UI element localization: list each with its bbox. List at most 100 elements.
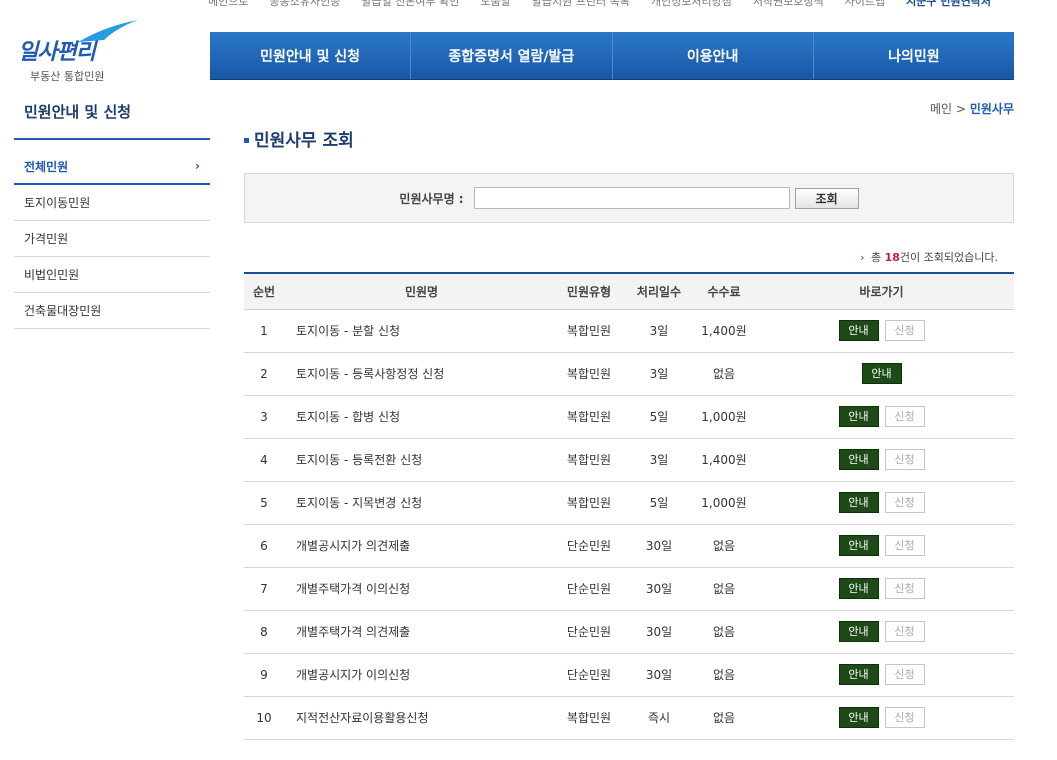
guide-button[interactable]: 안내 xyxy=(838,707,879,728)
util-link[interactable]: 메인으로 xyxy=(208,0,248,11)
guide-button[interactable]: 안내 xyxy=(838,664,879,685)
header-fee: 수수료 xyxy=(699,273,749,310)
result-suffix: 건이 조회되었습니다. xyxy=(899,251,998,264)
apply-button[interactable]: 신청 xyxy=(884,578,925,599)
table-row: 10 지적전산자료이용활용신청 복합민원 즉시 없음 안내 신청 xyxy=(244,696,1014,739)
search-panel: 민원사무명 : 조회 xyxy=(244,173,1014,223)
gnb-certificate[interactable]: 종합증명서 열람/발급 xyxy=(411,32,613,79)
cell-shortcut: 안내 신청 xyxy=(749,395,1014,438)
guide-button[interactable]: 안내 xyxy=(838,406,879,427)
apply-button[interactable]: 신청 xyxy=(884,449,925,470)
cell-type: 복합민원 xyxy=(566,496,612,510)
util-link[interactable]: 공동소유자인증 xyxy=(269,0,340,11)
guide-button[interactable]: 안내 xyxy=(838,449,879,470)
search-button[interactable]: 조회 xyxy=(794,187,859,209)
cell-shortcut: 안내 신청 xyxy=(749,610,1014,653)
cell-days: 5일 xyxy=(649,496,669,510)
cell-days: 3일 xyxy=(649,324,669,338)
guide-button[interactable]: 안내 xyxy=(838,535,879,556)
cell-fee: 없음 xyxy=(712,625,736,639)
cell-no: 4 xyxy=(260,452,268,467)
cell-fee: 1,400원 xyxy=(701,324,747,338)
apply-button[interactable]: 신청 xyxy=(884,492,925,513)
util-link[interactable]: 발급지원 프린터 목록 xyxy=(532,0,630,11)
sidebar-item-label: 토지이동민원 xyxy=(24,196,91,210)
sidebar-divider xyxy=(14,138,210,140)
cell-name: 개별주택가격 이의신청 xyxy=(296,582,411,596)
cell-type: 단순민원 xyxy=(566,625,612,639)
guide-button[interactable]: 안내 xyxy=(838,578,879,599)
guide-button[interactable]: 안내 xyxy=(838,621,879,642)
apply-button[interactable]: 신청 xyxy=(884,664,925,685)
table-row: 8 개별주택가격 의견제출 단순민원 30일 없음 안내 신청 xyxy=(244,610,1014,653)
apply-button[interactable]: 신청 xyxy=(884,320,925,341)
cell-fee: 1,400원 xyxy=(701,453,747,467)
cell-type: 단순민원 xyxy=(566,668,612,682)
cell-no: 9 xyxy=(260,667,268,682)
sidebar-title: 민원안내 및 신청 xyxy=(24,103,132,121)
gnb-civil-guide[interactable]: 민원안내 및 신청 xyxy=(210,32,412,79)
result-prefix: 총 xyxy=(870,251,882,264)
apply-button[interactable]: 신청 xyxy=(884,406,925,427)
util-link[interactable]: 발급일 진본여부 확인 xyxy=(361,0,459,11)
util-link[interactable]: 개인정보처리방침 xyxy=(651,0,732,11)
sidebar-item-non-corporate[interactable]: 비법인민원 xyxy=(14,257,210,293)
sidebar-item-label: 건축물대장민원 xyxy=(24,304,102,318)
apply-button[interactable]: 신청 xyxy=(884,535,925,556)
page-title: 민원사무 조회 xyxy=(244,126,354,151)
cell-no: 7 xyxy=(260,581,268,596)
util-link[interactable]: 도움말 xyxy=(480,0,510,11)
cell-fee: 없음 xyxy=(712,582,736,596)
cell-shortcut: 안내 신청 xyxy=(749,653,1014,696)
cell-days: 30일 xyxy=(645,625,673,639)
header-name: 민원명 xyxy=(284,273,559,310)
apply-button[interactable]: 신청 xyxy=(884,621,925,642)
sidebar-item-price[interactable]: 가격민원 xyxy=(14,221,210,257)
search-input[interactable] xyxy=(473,187,790,209)
cell-shortcut: 안내 xyxy=(749,352,1014,395)
cell-shortcut: 안내 신청 xyxy=(749,481,1014,524)
apply-button[interactable]: 신청 xyxy=(884,707,925,728)
cell-days: 5일 xyxy=(649,410,669,424)
breadcrumb-home[interactable]: 메인 xyxy=(930,102,952,116)
breadcrumb-current: 민원사무 xyxy=(969,102,1014,116)
header-no: 순번 xyxy=(244,273,284,310)
cell-shortcut: 안내 신청 xyxy=(749,438,1014,481)
breadcrumb: 메인 > 민원사무 xyxy=(930,100,1014,117)
sidebar: 전체민원 › 토지이동민원 가격민원 비법인민원 건축물대장민원 xyxy=(14,149,210,329)
cell-name: 토지이동 - 합병 신청 xyxy=(296,410,401,424)
cell-name: 개별주택가격 의견제출 xyxy=(296,625,411,639)
guide-button[interactable]: 안내 xyxy=(838,320,879,341)
cell-fee: 1,000원 xyxy=(701,496,747,510)
cell-no: 5 xyxy=(260,495,268,510)
table-header-row: 순번 민원명 민원유형 처리일수 수수료 바로가기 xyxy=(244,273,1014,310)
sidebar-item-label: 가격민원 xyxy=(24,232,69,246)
cell-name: 개별공시지가 이의신청 xyxy=(296,668,411,682)
sidebar-item-building-ledger[interactable]: 건축물대장민원 xyxy=(14,293,210,329)
table-row: 6 개별공시지가 의견제출 단순민원 30일 없음 안내 신청 xyxy=(244,524,1014,567)
table-row: 7 개별주택가격 이의신청 단순민원 30일 없음 안내 신청 xyxy=(244,567,1014,610)
cell-no: 10 xyxy=(256,710,272,725)
util-link[interactable]: 저작권보호정책 xyxy=(753,0,824,11)
table-row: 1 토지이동 - 분할 신청 복합민원 3일 1,400원 안내 신청 xyxy=(244,309,1014,352)
civil-affairs-table: 순번 민원명 민원유형 처리일수 수수료 바로가기 1 토지이동 - 분할 신청 복… xyxy=(244,272,1014,740)
guide-button[interactable]: 안내 xyxy=(838,492,879,513)
util-link-contacts[interactable]: 시군구 민원연락처 xyxy=(906,0,991,11)
cell-name: 개별공시지가 의견제출 xyxy=(296,539,411,553)
cell-no: 2 xyxy=(260,366,268,381)
gnb-usage-guide[interactable]: 이용안내 xyxy=(613,32,814,79)
site-logo[interactable]: 일사편리 부동산 통합민원 xyxy=(18,18,148,88)
gnb-my-civil[interactable]: 나의민원 xyxy=(814,32,1014,79)
util-link[interactable]: 사이트맵 xyxy=(845,0,885,11)
cell-days: 30일 xyxy=(645,582,673,596)
guide-button[interactable]: 안내 xyxy=(861,363,902,384)
cell-type: 복합민원 xyxy=(566,453,612,467)
cell-shortcut: 안내 신청 xyxy=(749,309,1014,352)
sidebar-item-all[interactable]: 전체민원 › xyxy=(14,149,210,185)
cell-fee: 1,000원 xyxy=(701,410,747,424)
logo-title: 일사편리 xyxy=(18,40,96,65)
search-label: 민원사무명 : xyxy=(399,191,464,206)
sidebar-item-land-move[interactable]: 토지이동민원 xyxy=(14,185,210,221)
cell-days: 30일 xyxy=(645,539,673,553)
sidebar-item-label: 전체민원 xyxy=(24,159,69,174)
